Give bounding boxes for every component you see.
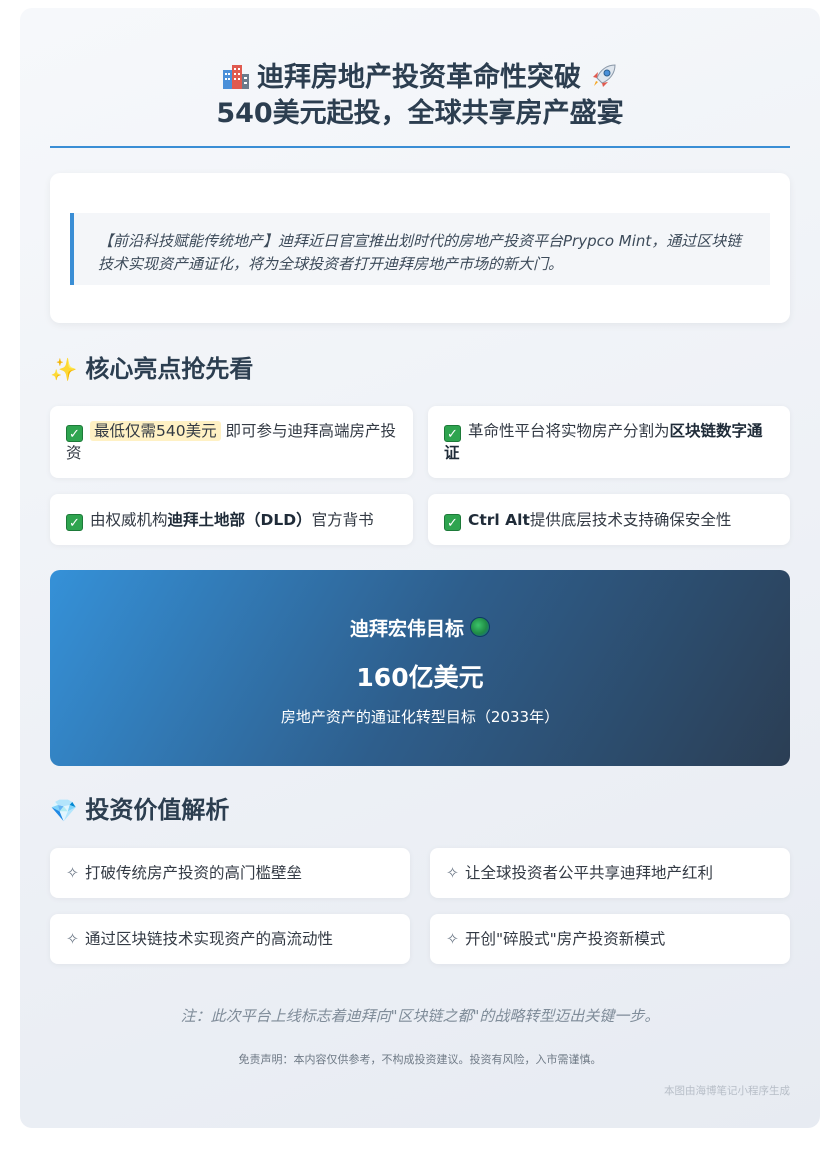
- title-line-2: 540美元起投，全球共享房产盛宴: [216, 98, 624, 129]
- title-line-1: 迪拜房地产投资革命性突破: [257, 62, 581, 93]
- buildings-icon: [223, 65, 249, 89]
- sparkles-icon: ✨: [50, 358, 78, 383]
- goal-banner: 迪拜宏伟目标 160亿美元 房地产资产的通证化转型目标（2033年）: [50, 570, 790, 766]
- value-card-1: ✧ 打破传统房产投资的高门槛壁垒: [50, 848, 410, 898]
- title-divider: [50, 146, 790, 148]
- highlight-card-4: ✓ Ctrl Alt提供底层技术支持确保安全性: [428, 494, 790, 545]
- gem-icon: 💎: [50, 799, 78, 824]
- page-title: 迪拜房地产投资革命性突破 540美元起投，全球共享房产盛宴: [50, 60, 790, 132]
- value-heading: 💎 投资价值解析: [50, 796, 230, 824]
- highlight-card-2: ✓ 革命性平台将实物房产分割为区块链数字通证: [428, 406, 790, 478]
- highlight-card-3: ✓ 由权威机构迪拜土地部（DLD）官方背书: [50, 494, 413, 545]
- watermark: 本图由海博笔记小程序生成: [664, 1085, 790, 1097]
- poster-card: 迪拜房地产投资革命性突破 540美元起投，全球共享房产盛宴 【前沿科技赋能传统地…: [20, 8, 820, 1128]
- highlight-card-1: ✓ 最低仅需540美元 即可参与迪拜高端房产投资: [50, 406, 413, 478]
- check-icon: ✓: [444, 513, 461, 531]
- check-icon: ✓: [66, 513, 83, 531]
- sparkle-icon: ✧: [66, 864, 79, 882]
- intro-text: 【前沿科技赋能传统地产】迪拜近日官宣推出划时代的房地产投资平台Prypco Mi…: [70, 213, 770, 285]
- value-card-2: ✧ 让全球投资者公平共享迪拜地产红利: [430, 848, 790, 898]
- rocket-icon: [593, 64, 616, 87]
- globe-icon: [470, 617, 490, 637]
- goal-label: 迪拜宏伟目标: [50, 614, 790, 641]
- intro-box: 【前沿科技赋能传统地产】迪拜近日官宣推出划时代的房地产投资平台Prypco Mi…: [50, 173, 790, 323]
- value-card-4: ✧ 开创"碎股式"房产投资新模式: [430, 914, 790, 964]
- sparkle-icon: ✧: [446, 930, 459, 948]
- highlights-heading: ✨ 核心亮点抢先看: [50, 355, 254, 383]
- footer-note: 注：此次平台上线标志着迪拜向"区块链之都"的战略转型迈出关键一步。: [180, 1007, 660, 1025]
- goal-subtitle: 房地产资产的通证化转型目标（2033年）: [280, 708, 560, 726]
- check-icon: ✓: [66, 425, 83, 442]
- value-card-3: ✧ 通过区块链技术实现资产的高流动性: [50, 914, 410, 964]
- goal-value: 160亿美元: [356, 663, 484, 692]
- sparkle-icon: ✧: [446, 864, 459, 882]
- disclaimer: 免责声明：本内容仅供参考，不构成投资建议。投资有风险，入市需谨慎。: [238, 1053, 602, 1066]
- check-icon: ✓: [444, 425, 461, 442]
- sparkle-icon: ✧: [66, 930, 79, 948]
